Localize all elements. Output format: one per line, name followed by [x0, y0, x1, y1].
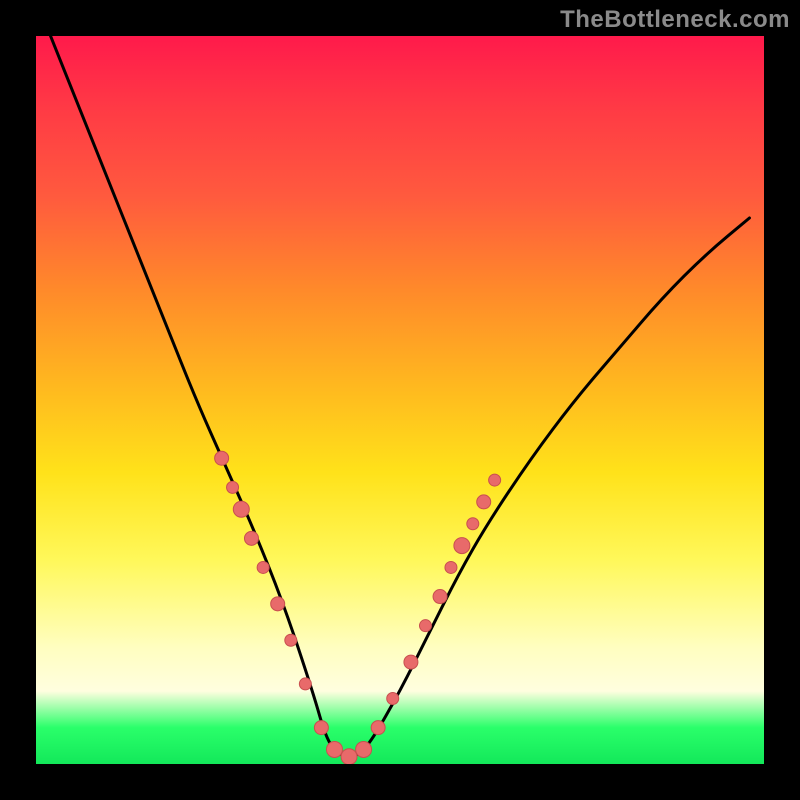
curve-marker: [271, 597, 285, 611]
curve-marker: [387, 692, 399, 704]
curve-marker: [445, 561, 457, 573]
curve-marker: [215, 451, 229, 465]
curve-marker: [489, 474, 501, 486]
curve-marker: [454, 538, 470, 554]
marker-layer: [215, 451, 501, 764]
curve-marker: [244, 531, 258, 545]
bottleneck-curve: [51, 36, 750, 757]
curve-marker: [314, 721, 328, 735]
plot-area: [36, 36, 764, 764]
curve-marker: [477, 495, 491, 509]
curve-marker: [419, 620, 431, 632]
curve-marker: [326, 741, 342, 757]
chart-frame: TheBottleneck.com: [0, 0, 800, 800]
curve-marker: [404, 655, 418, 669]
curve-marker: [341, 749, 357, 764]
watermark-text: TheBottleneck.com: [560, 6, 790, 34]
curve-layer: [51, 36, 750, 757]
curve-marker: [227, 481, 239, 493]
curve-marker: [433, 590, 447, 604]
curve-marker: [371, 721, 385, 735]
curve-marker: [257, 561, 269, 573]
curve-marker: [285, 634, 297, 646]
curve-marker: [299, 678, 311, 690]
chart-svg: [36, 36, 764, 764]
curve-marker: [467, 518, 479, 530]
curve-marker: [356, 741, 372, 757]
curve-marker: [233, 501, 249, 517]
